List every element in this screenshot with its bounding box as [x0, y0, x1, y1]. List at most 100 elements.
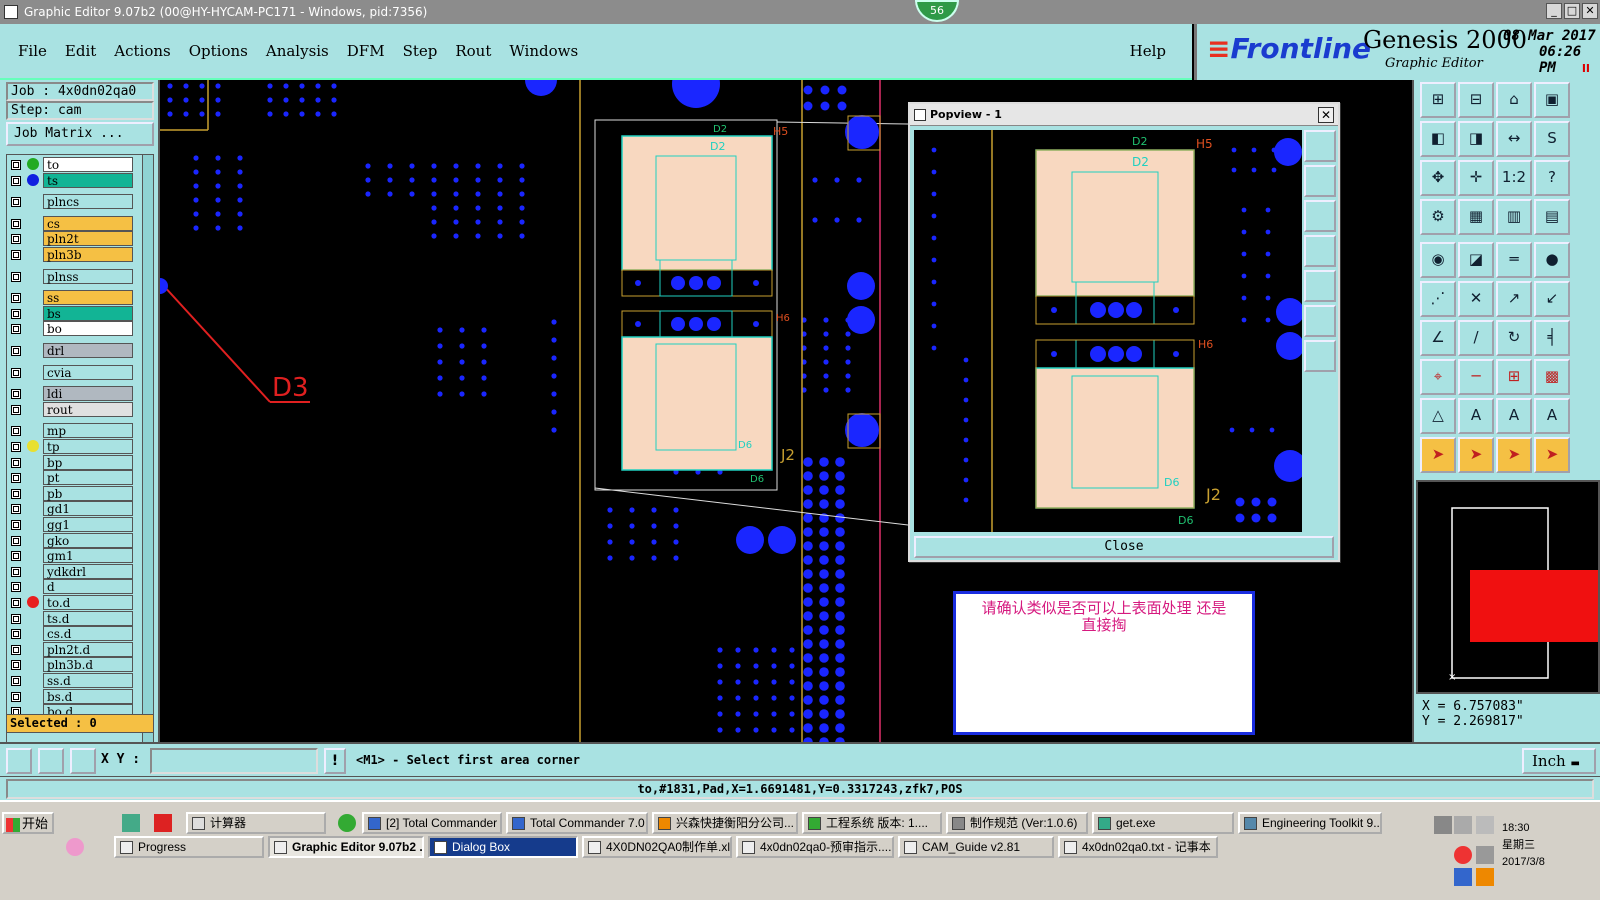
- arc-icon[interactable]: ↙: [1534, 281, 1570, 317]
- layer-row-gd1[interactable]: gd1: [7, 501, 137, 517]
- layer-name[interactable]: gd1: [43, 501, 133, 517]
- rotate-icon[interactable]: ↻: [1496, 320, 1532, 356]
- layer-checkbox[interactable]: [11, 520, 21, 530]
- layer-color-icon[interactable]: ▥: [1496, 199, 1532, 235]
- taskbar-button[interactable]: 4x0dn02qa0-预审指示....: [736, 836, 894, 858]
- close-button[interactable]: ✕: [1582, 3, 1598, 19]
- job-matrix-button[interactable]: Job Matrix ...: [6, 122, 154, 146]
- menu-analysis[interactable]: Analysis: [266, 42, 329, 60]
- ruler-icon[interactable]: ═: [1496, 242, 1532, 278]
- taskbar-clock[interactable]: 18:30 星期三 2017/3/8: [1502, 820, 1545, 871]
- taskbar-button[interactable]: Engineering Toolkit 9....: [1238, 812, 1382, 834]
- menu-actions[interactable]: Actions: [114, 42, 170, 60]
- tray-alert-icon[interactable]: [1476, 868, 1494, 886]
- layer-name[interactable]: mp: [43, 423, 133, 439]
- taskbar-button[interactable]: 制作规范 (Ver:1.0.6): [946, 812, 1088, 834]
- text-a-icon[interactable]: △: [1420, 398, 1456, 434]
- overview-map[interactable]: ×: [1416, 480, 1600, 694]
- select-icon[interactable]: ➤: [1420, 437, 1456, 473]
- layer-name[interactable]: ldi: [43, 386, 133, 402]
- layer-name[interactable]: d: [43, 579, 133, 595]
- layer-name[interactable]: to.d: [43, 595, 133, 610]
- slash-icon[interactable]: /: [1458, 320, 1494, 356]
- layer-row-ss-d[interactable]: ss.d: [7, 673, 137, 688]
- quicklaunch-icon-1[interactable]: [122, 814, 140, 832]
- text-d-icon[interactable]: A: [1534, 398, 1570, 434]
- layer-row-bs-d[interactable]: bs.d: [7, 688, 137, 704]
- layer-checkbox[interactable]: [11, 197, 21, 208]
- pan-left-icon[interactable]: ◧: [1420, 121, 1456, 157]
- layer-row-plncs[interactable]: plncs: [7, 194, 137, 210]
- layer-checkbox[interactable]: [11, 367, 21, 378]
- layer-name[interactable]: gko: [43, 532, 133, 548]
- layer-name[interactable]: pln3b: [43, 247, 133, 262]
- menu-edit[interactable]: Edit: [65, 42, 96, 60]
- zoom-in-icon[interactable]: ⊞: [1420, 82, 1456, 118]
- layer-row-ts-d[interactable]: ts.d: [7, 610, 137, 626]
- taskbar-button[interactable]: [2] Total Commander ...: [362, 812, 502, 834]
- select-net-icon[interactable]: ➤: [1534, 437, 1570, 473]
- layer-checkbox[interactable]: [11, 426, 21, 437]
- zoom-out-icon[interactable]: ⊟: [1458, 82, 1494, 118]
- taskbar-button[interactable]: 4X0DN02QA0制作单.xls...: [582, 836, 732, 858]
- tray-app2-icon[interactable]: [1454, 868, 1472, 886]
- tray-network-icon[interactable]: [1454, 816, 1472, 834]
- cross-icon[interactable]: ✕: [1458, 281, 1494, 317]
- popview-drawing[interactable]: D2 D2 H5 H6 D6 D6 J2: [914, 130, 1302, 532]
- layer-list-scrollbar[interactable]: [142, 154, 154, 788]
- step-field[interactable]: Step: cam: [6, 101, 154, 120]
- minimize-button[interactable]: _: [1546, 3, 1562, 19]
- layer-name[interactable]: ts.d: [43, 610, 133, 626]
- connect-icon[interactable]: ⋰: [1420, 281, 1456, 317]
- taskbar-button[interactable]: Dialog Box: [428, 836, 578, 858]
- text-c-icon[interactable]: A: [1496, 398, 1532, 434]
- zoom-10-icon[interactable]: ↔: [1496, 121, 1532, 157]
- line-icon[interactable]: ↗: [1496, 281, 1532, 317]
- job-field[interactable]: Job : 4x0dn02qa0: [6, 82, 154, 101]
- layer-name[interactable]: cvia: [43, 364, 133, 380]
- resize-icon[interactable]: ▩: [1534, 359, 1570, 395]
- layer-name[interactable]: tp: [43, 439, 133, 454]
- layer-row-to[interactable]: to: [7, 157, 137, 172]
- layer-name[interactable]: pln3b.d: [43, 657, 133, 673]
- popview-close-button[interactable]: Close: [914, 536, 1334, 558]
- layer-checkbox[interactable]: [11, 293, 21, 304]
- layer-row-gg1[interactable]: gg1: [7, 517, 137, 532]
- taskbar-button[interactable]: 计算器: [186, 812, 326, 834]
- layer-name[interactable]: plnss: [43, 268, 133, 284]
- layer-row-pt[interactable]: pt: [7, 470, 137, 486]
- taskbar-button[interactable]: CAM_Guide v2.81: [898, 836, 1054, 858]
- ie-icon[interactable]: [338, 814, 356, 832]
- layer-checkbox[interactable]: [11, 271, 21, 282]
- pause-icon[interactable]: II: [1582, 62, 1590, 75]
- layer-checkbox[interactable]: [11, 442, 21, 452]
- warning-button[interactable]: !: [324, 748, 346, 774]
- center-icon[interactable]: ✛: [1458, 160, 1494, 196]
- layer-row-pln3b[interactable]: pln3b: [7, 247, 137, 262]
- layer-name[interactable]: pln2t.d: [43, 641, 133, 657]
- layer-name[interactable]: bo: [43, 321, 133, 337]
- layer-checkbox[interactable]: [11, 644, 21, 655]
- taskbar-button[interactable]: Total Commander 7.0 ...: [506, 812, 648, 834]
- layer-checkbox[interactable]: [11, 404, 21, 415]
- menu-options[interactable]: Options: [189, 42, 248, 60]
- layer-row-mp[interactable]: mp: [7, 423, 137, 439]
- menu-file[interactable]: File: [18, 42, 47, 60]
- pdf-icon[interactable]: [154, 814, 172, 832]
- tray-signal-icon[interactable]: [1476, 816, 1494, 834]
- menu-help[interactable]: Help: [1130, 42, 1166, 60]
- zoom-window-icon[interactable]: ▣: [1534, 82, 1570, 118]
- properties-icon[interactable]: ⚙: [1420, 199, 1456, 235]
- layer-name[interactable]: plncs: [43, 194, 133, 210]
- layer-checkbox[interactable]: [11, 175, 21, 186]
- zoom-1-2-icon[interactable]: 1:2: [1496, 160, 1532, 196]
- text-b-icon[interactable]: A: [1458, 398, 1494, 434]
- layer-checkbox[interactable]: [11, 473, 21, 484]
- menu-step[interactable]: Step: [403, 42, 438, 60]
- layer-checkbox[interactable]: [11, 346, 21, 356]
- popview-pan-right-icon[interactable]: [1304, 270, 1336, 302]
- layer-name[interactable]: pln2t: [43, 231, 133, 247]
- layer-row-cvia[interactable]: cvia: [7, 364, 137, 380]
- layer-row-ydkdrl[interactable]: ydkdrl: [7, 563, 137, 579]
- popview-canvas[interactable]: D2 D2 H5 H6 D6 D6 J2: [914, 130, 1302, 532]
